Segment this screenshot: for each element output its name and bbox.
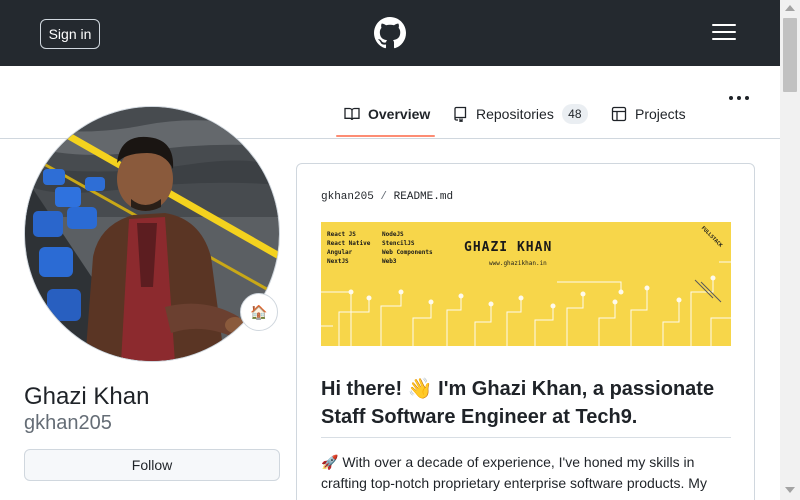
scroll-up-arrow-icon[interactable] bbox=[785, 5, 795, 11]
scrollbar-thumb[interactable] bbox=[783, 18, 797, 92]
table-icon bbox=[611, 106, 627, 122]
active-tab-underline bbox=[336, 135, 435, 137]
more-options-icon[interactable] bbox=[729, 96, 749, 102]
banner-skills-col2: NodeJS StencilJS Web Components Web3 bbox=[382, 231, 433, 265]
readme-path: gkhan205 / README.md bbox=[321, 191, 453, 203]
readme-paragraph: 🚀 With over a decade of experience, I've… bbox=[321, 454, 707, 491]
page-scrollbar[interactable] bbox=[780, 0, 800, 500]
book-icon bbox=[344, 107, 360, 121]
tab-repositories-label: Repositories bbox=[476, 106, 554, 122]
readme-heading: Hi there! 👋 I'm Ghazi Khan, a passionate… bbox=[321, 375, 731, 438]
readme-owner-link[interactable]: gkhan205 bbox=[321, 191, 374, 203]
avatar[interactable] bbox=[24, 106, 280, 362]
banner-website: www.ghazikhan.in bbox=[489, 260, 547, 267]
banner-skills-col1: React JS React Native Angular NextJS bbox=[327, 231, 371, 265]
readme-card: gkhan205 / README.md React JS React Nati… bbox=[296, 163, 755, 500]
profile-username: gkhan205 bbox=[24, 412, 112, 434]
sign-in-button[interactable]: Sign in bbox=[40, 19, 100, 49]
tab-projects[interactable]: Projects bbox=[611, 102, 686, 126]
repo-icon bbox=[454, 106, 467, 122]
banner-name: GHAZI KHAN bbox=[464, 240, 553, 255]
tab-repositories[interactable]: Repositories 48 bbox=[452, 102, 588, 126]
tab-projects-label: Projects bbox=[635, 106, 686, 122]
tab-overview-label: Overview bbox=[368, 106, 431, 122]
readme-path-separator: / bbox=[380, 191, 388, 203]
github-logo-icon[interactable] bbox=[374, 17, 406, 49]
status-emoji-button[interactable]: 🏠 bbox=[240, 293, 278, 331]
scroll-down-arrow-icon[interactable] bbox=[785, 487, 795, 493]
top-header: Sign in bbox=[0, 0, 780, 66]
menu-hamburger-icon[interactable] bbox=[712, 24, 736, 42]
tab-overview[interactable]: Overview bbox=[344, 102, 430, 126]
readme-file-link[interactable]: README.md bbox=[394, 191, 453, 203]
repositories-count-badge: 48 bbox=[561, 104, 588, 124]
readme-banner-image: React JS React Native Angular NextJS Nod… bbox=[321, 222, 731, 346]
profile-name: Ghazi Khan bbox=[24, 383, 150, 410]
follow-button[interactable]: Follow bbox=[24, 449, 280, 481]
